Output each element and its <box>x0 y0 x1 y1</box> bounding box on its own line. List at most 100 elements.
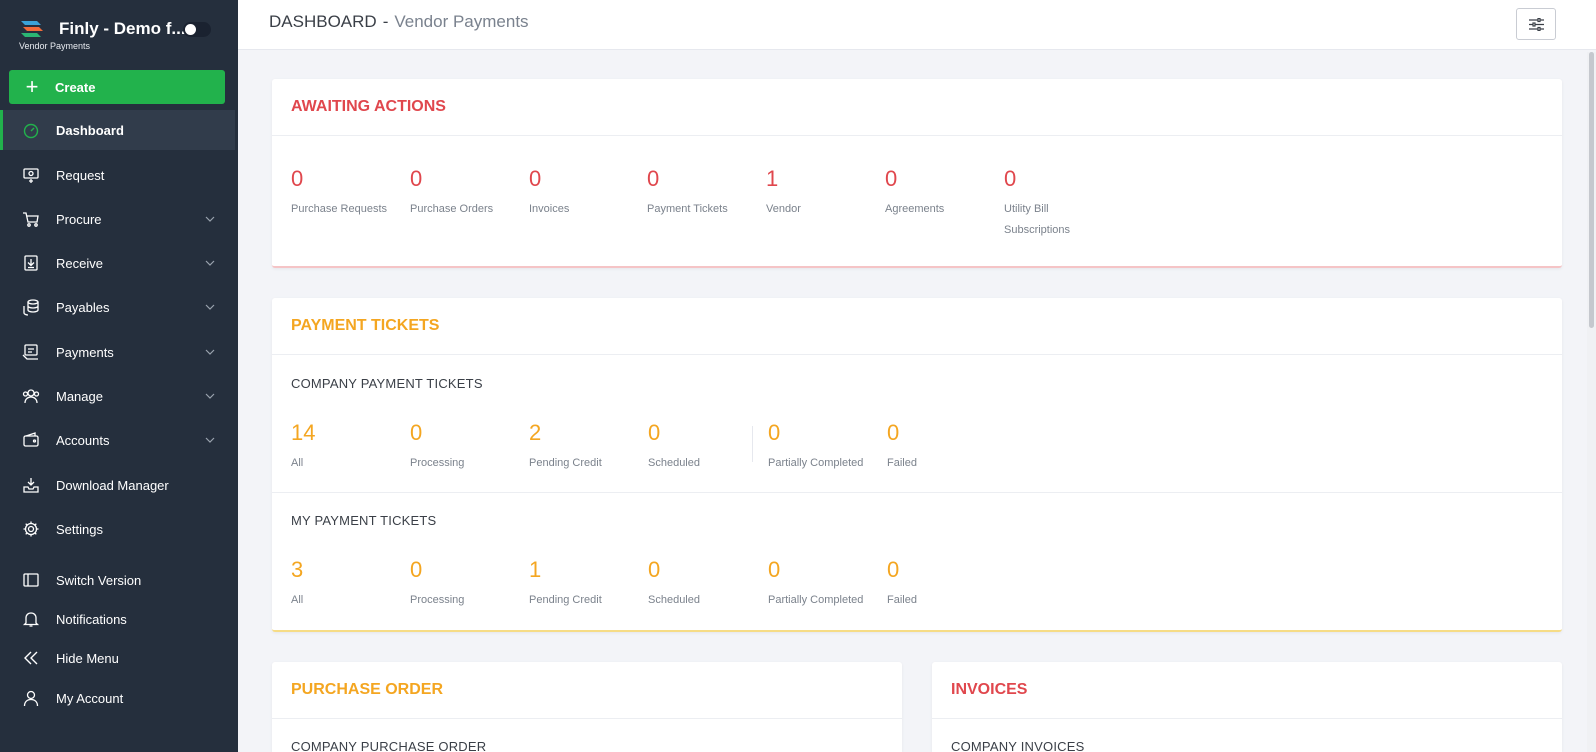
stat-value: 0 <box>887 557 900 582</box>
wallet-icon <box>22 431 40 449</box>
users-icon <box>22 387 40 405</box>
request-icon <box>22 166 40 184</box>
stat-value: 0 <box>887 420 900 445</box>
stat-agreements[interactable]: 0 Agreements <box>885 167 995 220</box>
stat-value: 0 <box>410 166 423 191</box>
stat-label: Scheduled <box>648 594 700 606</box>
sidebar-item-label: Manage <box>56 388 103 404</box>
create-button[interactable]: + Create <box>9 70 225 104</box>
sidebar-item-label: Notifications <box>56 611 127 627</box>
brand-toggle[interactable] <box>183 22 211 37</box>
stat-label: Payment Tickets <box>647 203 728 215</box>
sidebar-item-label: Accounts <box>56 432 110 448</box>
sidebar-item-procure[interactable]: Procure <box>0 199 235 239</box>
stat-value: 0 <box>648 420 661 445</box>
stat-purchase-orders[interactable]: 0 Purchase Orders <box>410 167 520 220</box>
awaiting-actions-card: AWAITING ACTIONS 0 Purchase Requests 0 P… <box>272 79 1562 268</box>
sidebar-item-label: My Account <box>56 690 124 706</box>
my-payment-tickets-title: MY PAYMENT TICKETS <box>291 513 437 528</box>
sidebar-item-hide-menu[interactable]: Hide Menu <box>0 638 235 678</box>
sidebar-item-receive[interactable]: Receive <box>0 243 235 283</box>
create-button-label: Create <box>55 79 96 95</box>
card-header: INVOICES <box>932 662 1562 719</box>
sidebar-item-settings[interactable]: Settings <box>0 509 235 549</box>
sidebar-item-payments[interactable]: Payments <box>0 332 235 372</box>
gear-icon <box>22 520 40 538</box>
scrollbar-thumb[interactable] <box>1589 52 1594 328</box>
title-separator: - <box>382 12 389 31</box>
sidebar-item-dashboard[interactable]: Dashboard <box>0 110 235 150</box>
my-stat-processing[interactable]: 0 Processing <box>410 558 520 611</box>
stat-label: Processing <box>410 594 465 606</box>
stat-label: Pending Credit <box>529 594 602 606</box>
sidebar-item-label: Settings <box>56 521 103 537</box>
coins-icon <box>22 298 40 316</box>
company-stat-scheduled[interactable]: 0 Scheduled <box>648 421 758 474</box>
sidebar-item-label: Payables <box>56 299 110 315</box>
card-title: PURCHASE ORDER <box>291 681 444 698</box>
brand-subtitle: Vendor Payments <box>19 41 91 51</box>
sidebar-item-notifications[interactable]: Notifications <box>0 599 235 639</box>
stat-value: 0 <box>1004 166 1017 191</box>
page-title-text: DASHBOARD <box>269 12 377 31</box>
card-title: INVOICES <box>951 681 1028 698</box>
card-title: AWAITING ACTIONS <box>291 98 446 115</box>
stat-purchase-requests[interactable]: 0 Purchase Requests <box>291 167 401 220</box>
company-stat-partially-completed[interactable]: 0 Partially Completed <box>768 421 878 474</box>
my-stat-pending-credit[interactable]: 1 Pending Credit <box>529 558 639 611</box>
stat-vendor[interactable]: 1 Vendor <box>766 167 876 220</box>
stat-utility-bill-subscriptions[interactable]: 0 Utility Bill Subscriptions <box>1004 167 1084 241</box>
stat-payment-tickets[interactable]: 0 Payment Tickets <box>647 167 757 220</box>
stat-label: Vendor <box>766 203 801 215</box>
stat-label: Invoices <box>529 203 570 215</box>
stat-invoices[interactable]: 0 Invoices <box>529 167 639 220</box>
sidebar: Finly - Demo f... Vendor Payments + Crea… <box>0 0 238 752</box>
stat-value: 2 <box>529 420 542 445</box>
company-purchase-order-title: COMPANY PURCHASE ORDER <box>291 739 487 752</box>
stat-label: Partially Completed <box>768 594 864 606</box>
payment-tickets-card: PAYMENT TICKETS COMPANY PAYMENT TICKETS … <box>272 298 1562 632</box>
cart-icon <box>22 210 40 228</box>
sidebar-item-my-account[interactable]: My Account <box>0 678 235 718</box>
stat-value: 0 <box>410 557 423 582</box>
company-stat-pending-credit[interactable]: 2 Pending Credit <box>529 421 639 474</box>
my-stat-all[interactable]: 3 All <box>291 558 401 611</box>
card-title: PAYMENT TICKETS <box>291 317 440 334</box>
sidebar-item-download-manager[interactable]: Download Manager <box>0 465 235 505</box>
stat-label: All <box>291 594 304 606</box>
chevron-down-icon <box>205 302 215 312</box>
stat-label: Scheduled <box>648 457 700 469</box>
my-stat-scheduled[interactable]: 0 Scheduled <box>648 558 758 611</box>
my-stat-partially-completed[interactable]: 0 Partially Completed <box>768 558 878 611</box>
my-stat-failed[interactable]: 0 Failed <box>887 558 997 611</box>
card-header: AWAITING ACTIONS <box>272 79 1562 136</box>
company-stat-all[interactable]: 14 All <box>291 421 401 474</box>
sidebar-item-manage[interactable]: Manage <box>0 376 235 416</box>
sidebar-item-accounts[interactable]: Accounts <box>0 420 235 460</box>
stat-value: 0 <box>885 166 898 191</box>
section-divider <box>272 492 1562 493</box>
sidebar-item-label: Hide Menu <box>56 650 119 666</box>
stat-value: 1 <box>529 557 542 582</box>
card-header: PURCHASE ORDER <box>272 662 902 719</box>
stat-separator <box>752 426 753 462</box>
company-stat-failed[interactable]: 0 Failed <box>887 421 997 474</box>
receive-icon <box>22 254 40 272</box>
stat-value: 0 <box>291 166 304 191</box>
page-title: DASHBOARD - Vendor Payments <box>269 12 529 32</box>
stat-label: Utility Bill Subscriptions <box>1004 203 1071 236</box>
sidebar-item-payables[interactable]: Payables <box>0 287 235 327</box>
sidebar-item-label: Dashboard <box>56 122 124 138</box>
sidebar-item-label: Procure <box>56 211 102 227</box>
company-stat-processing[interactable]: 0 Processing <box>410 421 520 474</box>
sidebar-item-label: Request <box>56 167 105 183</box>
stat-label: Agreements <box>885 203 945 215</box>
stat-value: 0 <box>529 166 542 191</box>
sidebar-item-label: Switch Version <box>56 572 142 588</box>
stat-value: 0 <box>768 420 781 445</box>
dashboard-settings-button[interactable] <box>1516 8 1556 40</box>
sidebar-item-switch-version[interactable]: Switch Version <box>0 560 235 600</box>
sidebar-item-request[interactable]: Request <box>0 155 235 195</box>
user-icon <box>22 689 40 707</box>
stat-label: All <box>291 457 304 469</box>
